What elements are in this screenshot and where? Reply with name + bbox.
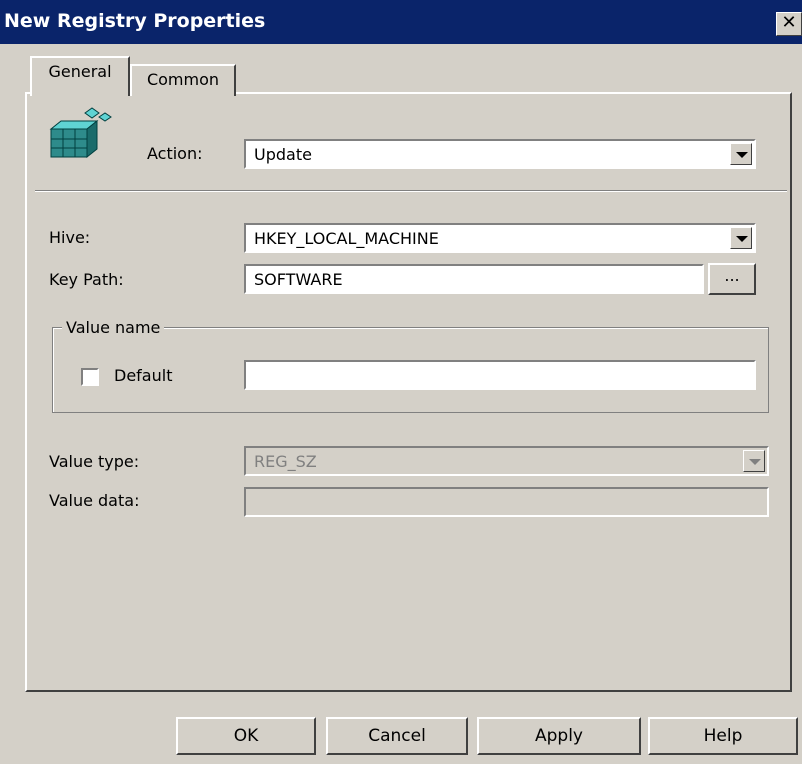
default-label: Default bbox=[114, 366, 173, 385]
chevron-down-icon bbox=[749, 459, 761, 465]
value-type-dropdown-button bbox=[743, 450, 765, 472]
browse-label: ... bbox=[724, 266, 740, 285]
default-checkbox[interactable] bbox=[81, 368, 99, 386]
value-type-label: Value type: bbox=[49, 452, 140, 471]
value-name-legend: Value name bbox=[62, 318, 165, 337]
tab-common[interactable]: Common bbox=[130, 64, 236, 96]
tab-general-label: General bbox=[48, 62, 112, 81]
value-type-select: REG_SZ bbox=[244, 446, 769, 476]
value-data-label: Value data: bbox=[49, 491, 140, 510]
key-path-value: SOFTWARE bbox=[254, 270, 343, 289]
key-path-label: Key Path: bbox=[49, 270, 124, 289]
value-data-input bbox=[244, 487, 769, 517]
help-label: Help bbox=[703, 726, 743, 746]
registry-cubes-icon bbox=[49, 107, 112, 159]
window-title: New Registry Properties bbox=[4, 10, 266, 32]
ok-label: OK bbox=[233, 726, 259, 746]
title-bar: New Registry Properties ✕ bbox=[0, 0, 802, 44]
value-name-input[interactable] bbox=[244, 360, 756, 390]
apply-button[interactable]: Apply bbox=[477, 717, 641, 755]
chevron-down-icon bbox=[736, 236, 748, 242]
tab-common-label: Common bbox=[146, 70, 220, 89]
help-button[interactable]: Help bbox=[648, 717, 798, 755]
cancel-button[interactable]: Cancel bbox=[326, 717, 468, 755]
hive-dropdown-button[interactable] bbox=[730, 227, 752, 249]
cancel-label: Cancel bbox=[368, 726, 426, 746]
tab-general[interactable]: General bbox=[30, 56, 130, 96]
key-path-input[interactable]: SOFTWARE bbox=[244, 264, 704, 294]
chevron-down-icon bbox=[736, 152, 748, 158]
close-button[interactable]: ✕ bbox=[776, 12, 802, 36]
action-select[interactable]: Update bbox=[244, 139, 756, 169]
apply-label: Apply bbox=[535, 726, 583, 746]
hive-select[interactable]: HKEY_LOCAL_MACHINE bbox=[244, 223, 756, 253]
browse-button[interactable]: ... bbox=[708, 263, 756, 295]
ok-button[interactable]: OK bbox=[176, 717, 316, 755]
action-label: Action: bbox=[147, 144, 203, 163]
value-type-value: REG_SZ bbox=[254, 452, 317, 471]
hive-label: Hive: bbox=[49, 228, 91, 247]
action-value: Update bbox=[254, 145, 312, 164]
hive-value: HKEY_LOCAL_MACHINE bbox=[254, 229, 439, 248]
separator bbox=[35, 190, 787, 192]
action-dropdown-button[interactable] bbox=[730, 143, 752, 165]
close-icon: ✕ bbox=[781, 12, 797, 33]
